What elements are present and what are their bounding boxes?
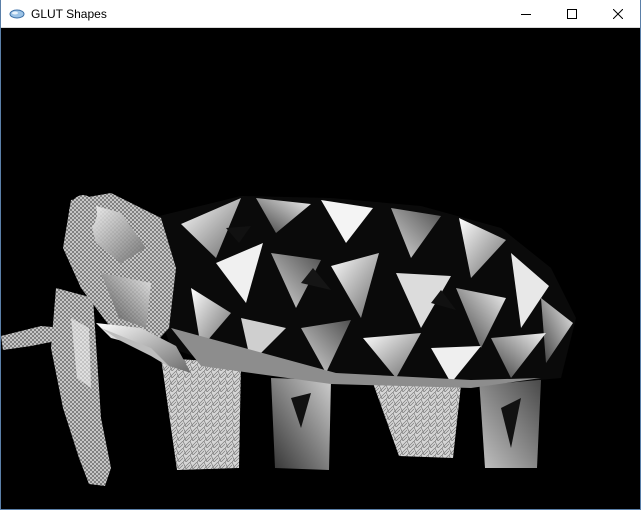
elephant-mesh-render [1, 193, 576, 486]
title-bar[interactable]: GLUT Shapes [0, 0, 641, 28]
elephant-body [151, 196, 576, 388]
minimize-icon [521, 14, 531, 15]
elephant-trunk [51, 288, 111, 486]
window-title: GLUT Shapes [31, 6, 107, 21]
close-button[interactable] [595, 0, 641, 28]
maximize-icon [567, 9, 577, 19]
glut-window: GLUT Shapes [0, 0, 641, 510]
gl-viewport[interactable] [1, 28, 640, 509]
maximize-button[interactable] [549, 0, 595, 28]
close-icon [613, 9, 623, 19]
window-controls [503, 0, 641, 28]
glut-app-icon [9, 9, 25, 18]
minimize-button[interactable] [503, 0, 549, 28]
